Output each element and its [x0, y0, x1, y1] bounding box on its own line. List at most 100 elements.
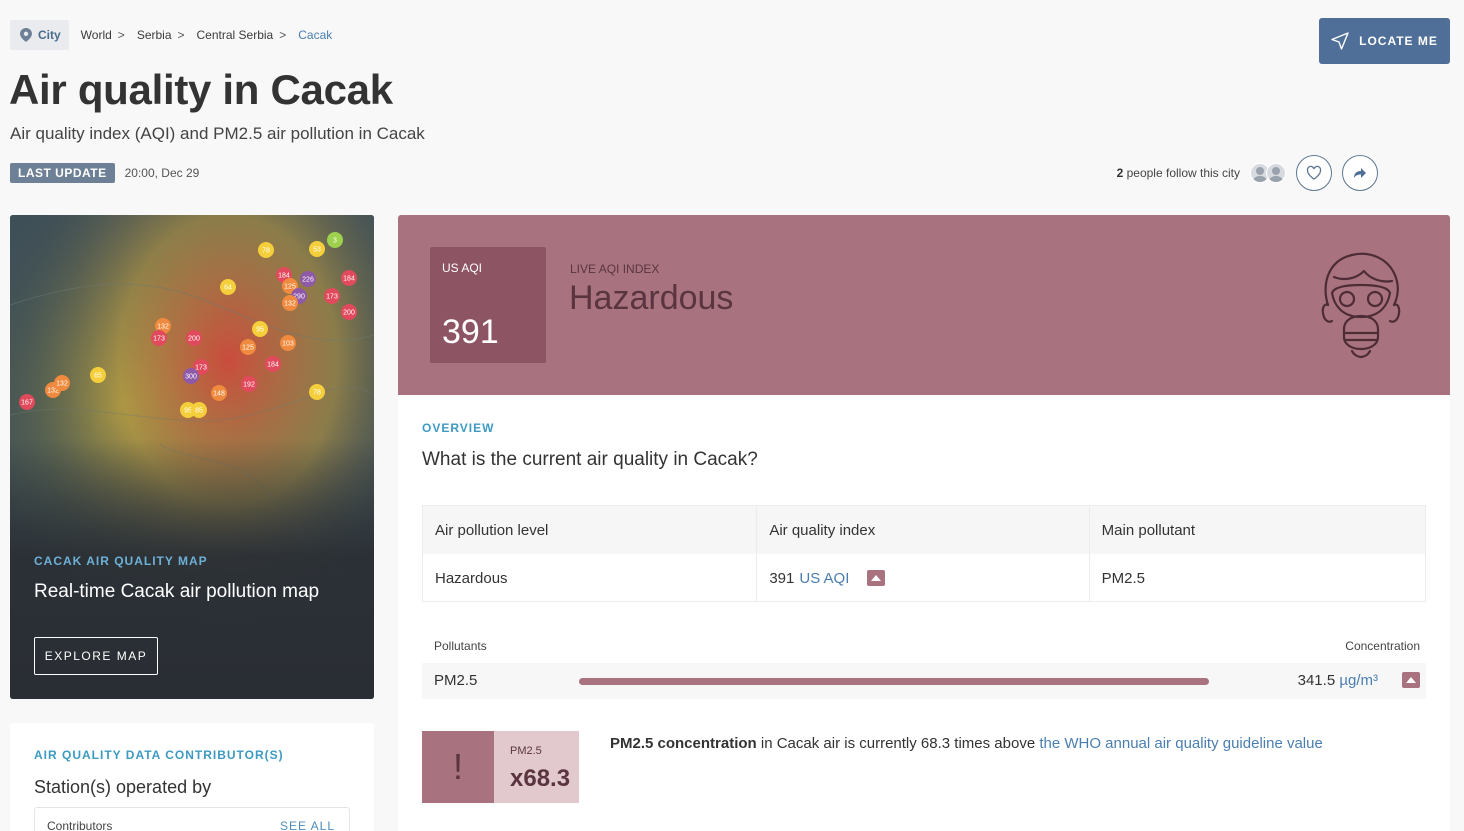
map-marker-label: 132 — [284, 301, 296, 308]
table-header-row: Air pollution level Air quality index Ma… — [423, 506, 1425, 554]
pollutant-number: 341.5 — [1297, 672, 1336, 689]
pollutants-header: Pollutants — [434, 639, 487, 653]
map-marker-label: 226 — [302, 277, 314, 284]
map-marker-label: 78 — [313, 390, 321, 397]
breadcrumb-world[interactable]: World — [81, 28, 112, 42]
pollutant-unit: µg/m³ — [1339, 672, 1378, 689]
cell-main-pollutant: PM2.5 — [1101, 569, 1146, 587]
map-marker-label: 3 — [333, 238, 337, 245]
multiplier-label: PM2.5 — [510, 745, 542, 757]
page-subtitle: Air quality index (AQI) and PM2.5 air po… — [10, 124, 425, 143]
pollutant-bar — [579, 678, 1209, 685]
map-marker-label: 125 — [284, 284, 296, 291]
map-marker-label: 125 — [242, 345, 254, 352]
aqi-status: Hazardous — [569, 279, 734, 317]
breadcrumb-central-serbia[interactable]: Central Serbia — [197, 28, 274, 42]
concentration-header: Concentration — [1345, 639, 1420, 653]
contributors-card: AIR QUALITY DATA CONTRIBUTOR(S) Station(… — [10, 723, 374, 831]
breadcrumb-separator: > — [177, 28, 185, 42]
cell-aqi-value: 391 — [769, 569, 795, 587]
map-marker-label: 173 — [153, 336, 165, 343]
aqi-value: 391 — [442, 313, 499, 351]
aqi-box-label: US AQI — [442, 261, 483, 275]
avatar — [1266, 163, 1286, 183]
header-aqi: Air quality index — [757, 506, 1090, 554]
map-marker-label: 200 — [343, 310, 355, 317]
pollutant-row: PM2.5 341.5 µg/m³ — [422, 663, 1426, 699]
navigation-arrow-icon — [1331, 32, 1349, 50]
follow-count: 2 — [1116, 166, 1124, 180]
location-pin-icon — [20, 28, 32, 42]
map-marker-label: 173 — [326, 294, 338, 301]
last-update-badge: LAST UPDATE — [10, 163, 115, 183]
contributors-eyebrow: AIR QUALITY DATA CONTRIBUTOR(S) — [34, 748, 284, 762]
breadcrumb-serbia[interactable]: Serbia — [137, 28, 172, 42]
map-marker-label: 192 — [243, 382, 255, 389]
who-text: in Cacak air is currently 68.3 times abo… — [756, 735, 1040, 752]
overview-question: What is the current air quality in Cacak… — [422, 449, 758, 470]
map-marker-label: 53 — [313, 247, 321, 254]
aqi-summary-table: Air pollution level Air quality index Ma… — [422, 505, 1426, 602]
map-marker-label: 65 — [94, 373, 102, 380]
explore-map-button[interactable]: EXPLORE MAP — [34, 637, 158, 675]
aqi-panel: US AQI 391 LIVE AQI INDEX Hazardous — [398, 215, 1450, 395]
city-chip[interactable]: City — [10, 20, 69, 50]
cell-aqi: 391 US AQI — [757, 554, 1090, 602]
city-chip-label: City — [38, 28, 61, 42]
user-icon — [1253, 167, 1267, 182]
map-marker-label: 132 — [157, 324, 169, 331]
map-marker-label: 200 — [188, 336, 200, 343]
map-marker-label: 184 — [343, 276, 355, 283]
who-bold: PM2.5 concentration — [610, 735, 757, 752]
multiplier-panel: PM2.5 x68.3 — [494, 731, 579, 803]
follow-text: 2 people follow this city — [1117, 166, 1240, 180]
share-button[interactable] — [1342, 155, 1378, 191]
follow-label: people follow this city — [1126, 166, 1240, 180]
map-marker-label: 148 — [213, 391, 225, 398]
map-marker-label: 167 — [21, 400, 33, 407]
last-update-time: 20:00, Dec 29 — [124, 166, 200, 180]
breadcrumb: City World > Serbia > Central Serbia > C… — [10, 20, 332, 50]
page-title: Air quality in Cacak — [9, 66, 393, 113]
map-card[interactable]: 78 3 53 64 184 226 184 125 290 173 200 132 95 132 173 2… — [10, 215, 374, 699]
see-all-link[interactable]: SEE ALL — [280, 819, 335, 831]
cell-pollution-level: Hazardous — [423, 554, 758, 602]
cell-aqi-unit[interactable]: US AQI — [799, 570, 849, 587]
header-pollution-level: Air pollution level — [423, 506, 758, 554]
contributors-label: Contributors — [47, 819, 113, 831]
map-marker-label: 103 — [282, 341, 294, 348]
pollutant-name: PM2.5 — [434, 672, 478, 689]
who-statement: PM2.5 concentration in Cacak air is curr… — [610, 735, 1323, 752]
follow-heart-button[interactable] — [1296, 155, 1332, 191]
map-title: Real-time Cacak air pollution map — [34, 581, 320, 602]
overview-section: OVERVIEW What is the current air quality… — [398, 395, 1450, 831]
map-marker-label: 95 — [256, 327, 264, 334]
aqi-box: US AQI 391 — [430, 247, 546, 363]
breadcrumb-cacak[interactable]: Cacak — [298, 28, 332, 42]
breadcrumb-separator: > — [279, 28, 287, 42]
map-marker-label: 85 — [195, 408, 203, 415]
live-aqi-label: LIVE AQI INDEX — [570, 262, 660, 276]
share-icon — [1354, 168, 1366, 178]
map-marker-label: 184 — [267, 362, 279, 369]
map-marker-label: 95 — [184, 408, 192, 415]
map-marker-label: 132 — [56, 381, 68, 388]
follow-section: 2 people follow this city — [1117, 155, 1378, 191]
user-icon — [1269, 167, 1283, 182]
who-multiplier-box: ! PM2.5 x68.3 — [422, 731, 579, 803]
header-main-pollutant: Main pollutant — [1101, 521, 1196, 539]
overview-eyebrow: OVERVIEW — [422, 421, 495, 435]
heart-icon — [1306, 165, 1322, 180]
map-marker-label: 173 — [195, 365, 207, 372]
breadcrumb-separator: > — [117, 28, 125, 42]
table-row: Hazardous 391 US AQI PM2.5 — [423, 554, 1425, 602]
map-marker-label: 300 — [185, 374, 197, 381]
gas-mask-icon — [1321, 252, 1401, 359]
pollutant-value: 341.5 µg/m³ — [1298, 672, 1378, 689]
multiplier-value: x68.3 — [510, 765, 571, 792]
trend-up-icon — [1402, 672, 1420, 688]
who-guideline-link[interactable]: the WHO annual air quality guideline val… — [1039, 735, 1323, 752]
locate-me-button[interactable]: LOCATE ME — [1319, 18, 1450, 64]
exclamation-icon: ! — [422, 731, 494, 803]
map-marker-label: 78 — [262, 248, 270, 255]
